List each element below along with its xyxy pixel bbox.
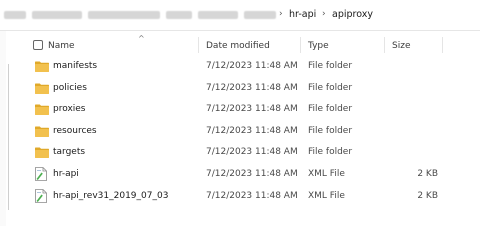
folder-icon (35, 126, 49, 137)
sort-ascending-icon: ^ (138, 34, 145, 43)
file-date: 7/12/2023 11:48 AM (206, 61, 298, 71)
file-name: proxies (53, 104, 86, 114)
column-type[interactable]: Type (308, 41, 329, 51)
file-date: 7/12/2023 11:48 AM (206, 169, 298, 179)
file-type: File folder (308, 83, 353, 93)
column-divider[interactable] (198, 37, 199, 53)
file-name: hr-api (53, 169, 79, 179)
blurred-path-segment (88, 11, 160, 19)
file-size: 2 KB (417, 191, 438, 201)
folder-icon (35, 61, 49, 72)
file-row-proxies[interactable]: proxies 7/12/2023 11:48 AM File folder (22, 100, 480, 120)
navigation-scrollbar[interactable] (8, 64, 9, 210)
file-type: File folder (308, 147, 353, 157)
column-size[interactable]: Size (392, 41, 410, 51)
breadcrumb-item-hr-api[interactable]: hr-api (289, 9, 316, 20)
breadcrumb-item-apiproxy[interactable]: apiproxy (332, 9, 373, 20)
file-name: manifests (53, 61, 98, 71)
file-type: File folder (308, 61, 353, 71)
column-name[interactable]: Name (48, 41, 75, 51)
file-name: resources (53, 126, 97, 136)
breadcrumb-separator: › (322, 9, 326, 19)
file-row-hr-api-rev31[interactable]: hr-api_rev31_2019_07_03 7/12/2023 11:48 … (22, 187, 480, 207)
file-row-manifests[interactable]: manifests 7/12/2023 11:48 AM File folder (22, 57, 480, 77)
blurred-path-segment (166, 11, 192, 19)
file-row-resources[interactable]: resources 7/12/2023 11:48 AM File folder (22, 122, 480, 142)
file-type: File folder (308, 104, 353, 114)
file-date: 7/12/2023 11:48 AM (206, 83, 298, 93)
breadcrumb: › hr-api › apiproxy (0, 0, 480, 31)
file-type: XML File (308, 169, 345, 179)
blurred-path-segment (198, 11, 238, 19)
file-row-policies[interactable]: policies 7/12/2023 11:48 AM File folder (22, 79, 480, 99)
navigation-pane-edge (0, 31, 6, 226)
file-size: 2 KB (417, 169, 438, 179)
column-divider[interactable] (442, 37, 443, 53)
column-divider[interactable] (300, 37, 301, 53)
file-row-hr-api[interactable]: hr-api 7/12/2023 11:48 AM XML File 2 KB (22, 165, 480, 185)
xml-file-icon (35, 167, 47, 181)
blurred-path-segment (32, 11, 82, 19)
select-all-checkbox[interactable] (33, 40, 43, 50)
blurred-path-segment (4, 11, 26, 19)
breadcrumb-separator: › (279, 9, 283, 19)
column-divider[interactable] (384, 37, 385, 53)
file-date: 7/12/2023 11:48 AM (206, 147, 298, 157)
file-date: 7/12/2023 11:48 AM (206, 104, 298, 114)
folder-icon (35, 147, 49, 158)
column-date-modified[interactable]: Date modified (206, 41, 270, 51)
file-name: targets (53, 147, 86, 157)
blurred-path-segment (244, 11, 276, 19)
file-type: File folder (308, 126, 353, 136)
xml-file-icon (35, 189, 47, 203)
file-date: 7/12/2023 11:48 AM (206, 126, 298, 136)
folder-icon (35, 104, 49, 115)
file-row-targets[interactable]: targets 7/12/2023 11:48 AM File folder (22, 143, 480, 163)
file-type: XML File (308, 191, 345, 201)
folder-icon (35, 83, 49, 94)
file-name: hr-api_rev31_2019_07_03 (53, 191, 169, 201)
file-date: 7/12/2023 11:48 AM (206, 191, 298, 201)
file-name: policies (53, 83, 87, 93)
column-header: ^ Name Date modified Type Size (22, 34, 480, 56)
